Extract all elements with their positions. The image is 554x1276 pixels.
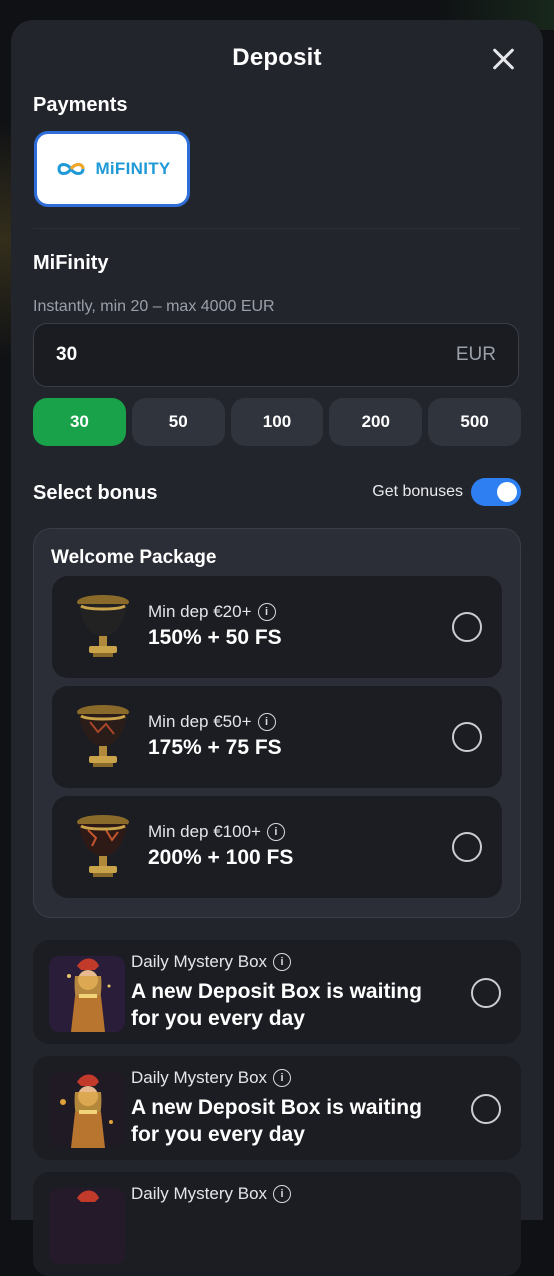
info-icon[interactable]: i (266, 823, 285, 841)
amount-value: 30 (56, 344, 78, 365)
info-icon[interactable]: i (273, 1185, 292, 1203)
infinity-icon (57, 163, 85, 175)
bonus-min-deposit: Min dep €100+ i (148, 822, 285, 842)
currency-label: EUR (455, 344, 496, 365)
amount-input[interactable]: 30 EUR (33, 323, 519, 387)
bonus-min-text: Min dep €20+ (148, 602, 252, 621)
mifinity-logo: MiFINITY (53, 159, 170, 179)
quick-amounts: 30 50 100 200 500 (33, 398, 521, 446)
quick-amount-50[interactable]: 50 (131, 398, 225, 446)
bonus-value: 175% + 75 FS (148, 736, 282, 759)
welcome-package-title: Welcome Package (51, 547, 217, 568)
bonus-radio[interactable] (452, 612, 482, 642)
select-bonus-heading: Select bonus (33, 482, 158, 504)
mystery-box-label: Daily Mystery Box (131, 1184, 268, 1203)
bonus-min-deposit: Min dep €50+ i (148, 712, 276, 732)
bonus-option-2[interactable]: Min dep €50+ i 175% + 75 FS (52, 686, 502, 788)
mystery-box-label-row: Daily Mystery Box i (131, 1184, 292, 1204)
mystery-box-desc: A new Deposit Box is waiting for you eve… (131, 980, 422, 1030)
welcome-package: Welcome Package Min dep €20+ i 150% + 50… (33, 528, 521, 918)
trophy-urn-icon (77, 595, 129, 657)
mifinity-logo-text: MiFINITY (95, 159, 171, 178)
mystery-box-option-3[interactable]: Daily Mystery Box i (33, 1172, 521, 1276)
section-divider (33, 228, 521, 229)
close-icon[interactable] (489, 44, 519, 74)
info-icon[interactable]: i (273, 953, 292, 971)
mystery-box-option-2[interactable]: Daily Mystery Box i A new Deposit Box is… (33, 1056, 521, 1160)
bonus-radio[interactable] (452, 722, 482, 752)
trophy-urn-icon (77, 815, 129, 877)
bonus-min-deposit: Min dep €20+ i (148, 602, 276, 622)
get-bonuses-toggle[interactable] (471, 478, 521, 506)
get-bonuses-label: Get bonuses (372, 483, 463, 500)
bonus-radio[interactable] (471, 978, 501, 1008)
warrior-avatar (49, 1188, 125, 1264)
mystery-box-label-row: Daily Mystery Box i (131, 1068, 292, 1088)
bonus-radio[interactable] (471, 1094, 501, 1124)
bonus-radio[interactable] (452, 832, 482, 862)
mystery-box-label: Daily Mystery Box (131, 1068, 268, 1087)
warrior-avatar (49, 956, 125, 1032)
info-icon[interactable]: i (257, 603, 276, 621)
get-bonuses-control: Get bonuses (372, 478, 521, 506)
mystery-box-label: Daily Mystery Box (131, 952, 268, 971)
bonus-value: 200% + 100 FS (148, 846, 294, 869)
payments-heading: Payments (33, 94, 128, 116)
toggle-knob (497, 482, 517, 502)
method-title: MiFinity (33, 252, 109, 274)
quick-amount-500[interactable]: 500 (428, 398, 521, 446)
quick-amount-100[interactable]: 100 (230, 398, 324, 446)
warrior-avatar (49, 1072, 125, 1148)
bonus-value: 150% + 50 FS (148, 626, 282, 649)
payment-method-mifinity[interactable]: MiFINITY (34, 131, 190, 207)
bonus-min-text: Min dep €50+ (148, 712, 252, 731)
mystery-box-desc: A new Deposit Box is waiting for you eve… (131, 1096, 422, 1146)
bonus-option-1[interactable]: Min dep €20+ i 150% + 50 FS (52, 576, 502, 678)
trophy-urn-icon (77, 705, 129, 767)
bonus-option-3[interactable]: Min dep €100+ i 200% + 100 FS (52, 796, 502, 898)
deposit-modal: Deposit Payments MiFINITY MiFinity Insta… (11, 20, 543, 1276)
quick-amount-30[interactable]: 30 (33, 398, 126, 446)
mystery-box-label-row: Daily Mystery Box i (131, 952, 292, 972)
modal-title: Deposit (232, 44, 322, 71)
limits-hint: Instantly, min 20 – max 4000 EUR (33, 298, 275, 315)
quick-amount-200[interactable]: 200 (329, 398, 423, 446)
mystery-box-option-1[interactable]: Daily Mystery Box i A new Deposit Box is… (33, 940, 521, 1044)
bonus-min-text: Min dep €100+ (148, 822, 261, 841)
info-icon[interactable]: i (273, 1069, 292, 1087)
info-icon[interactable]: i (257, 713, 276, 731)
